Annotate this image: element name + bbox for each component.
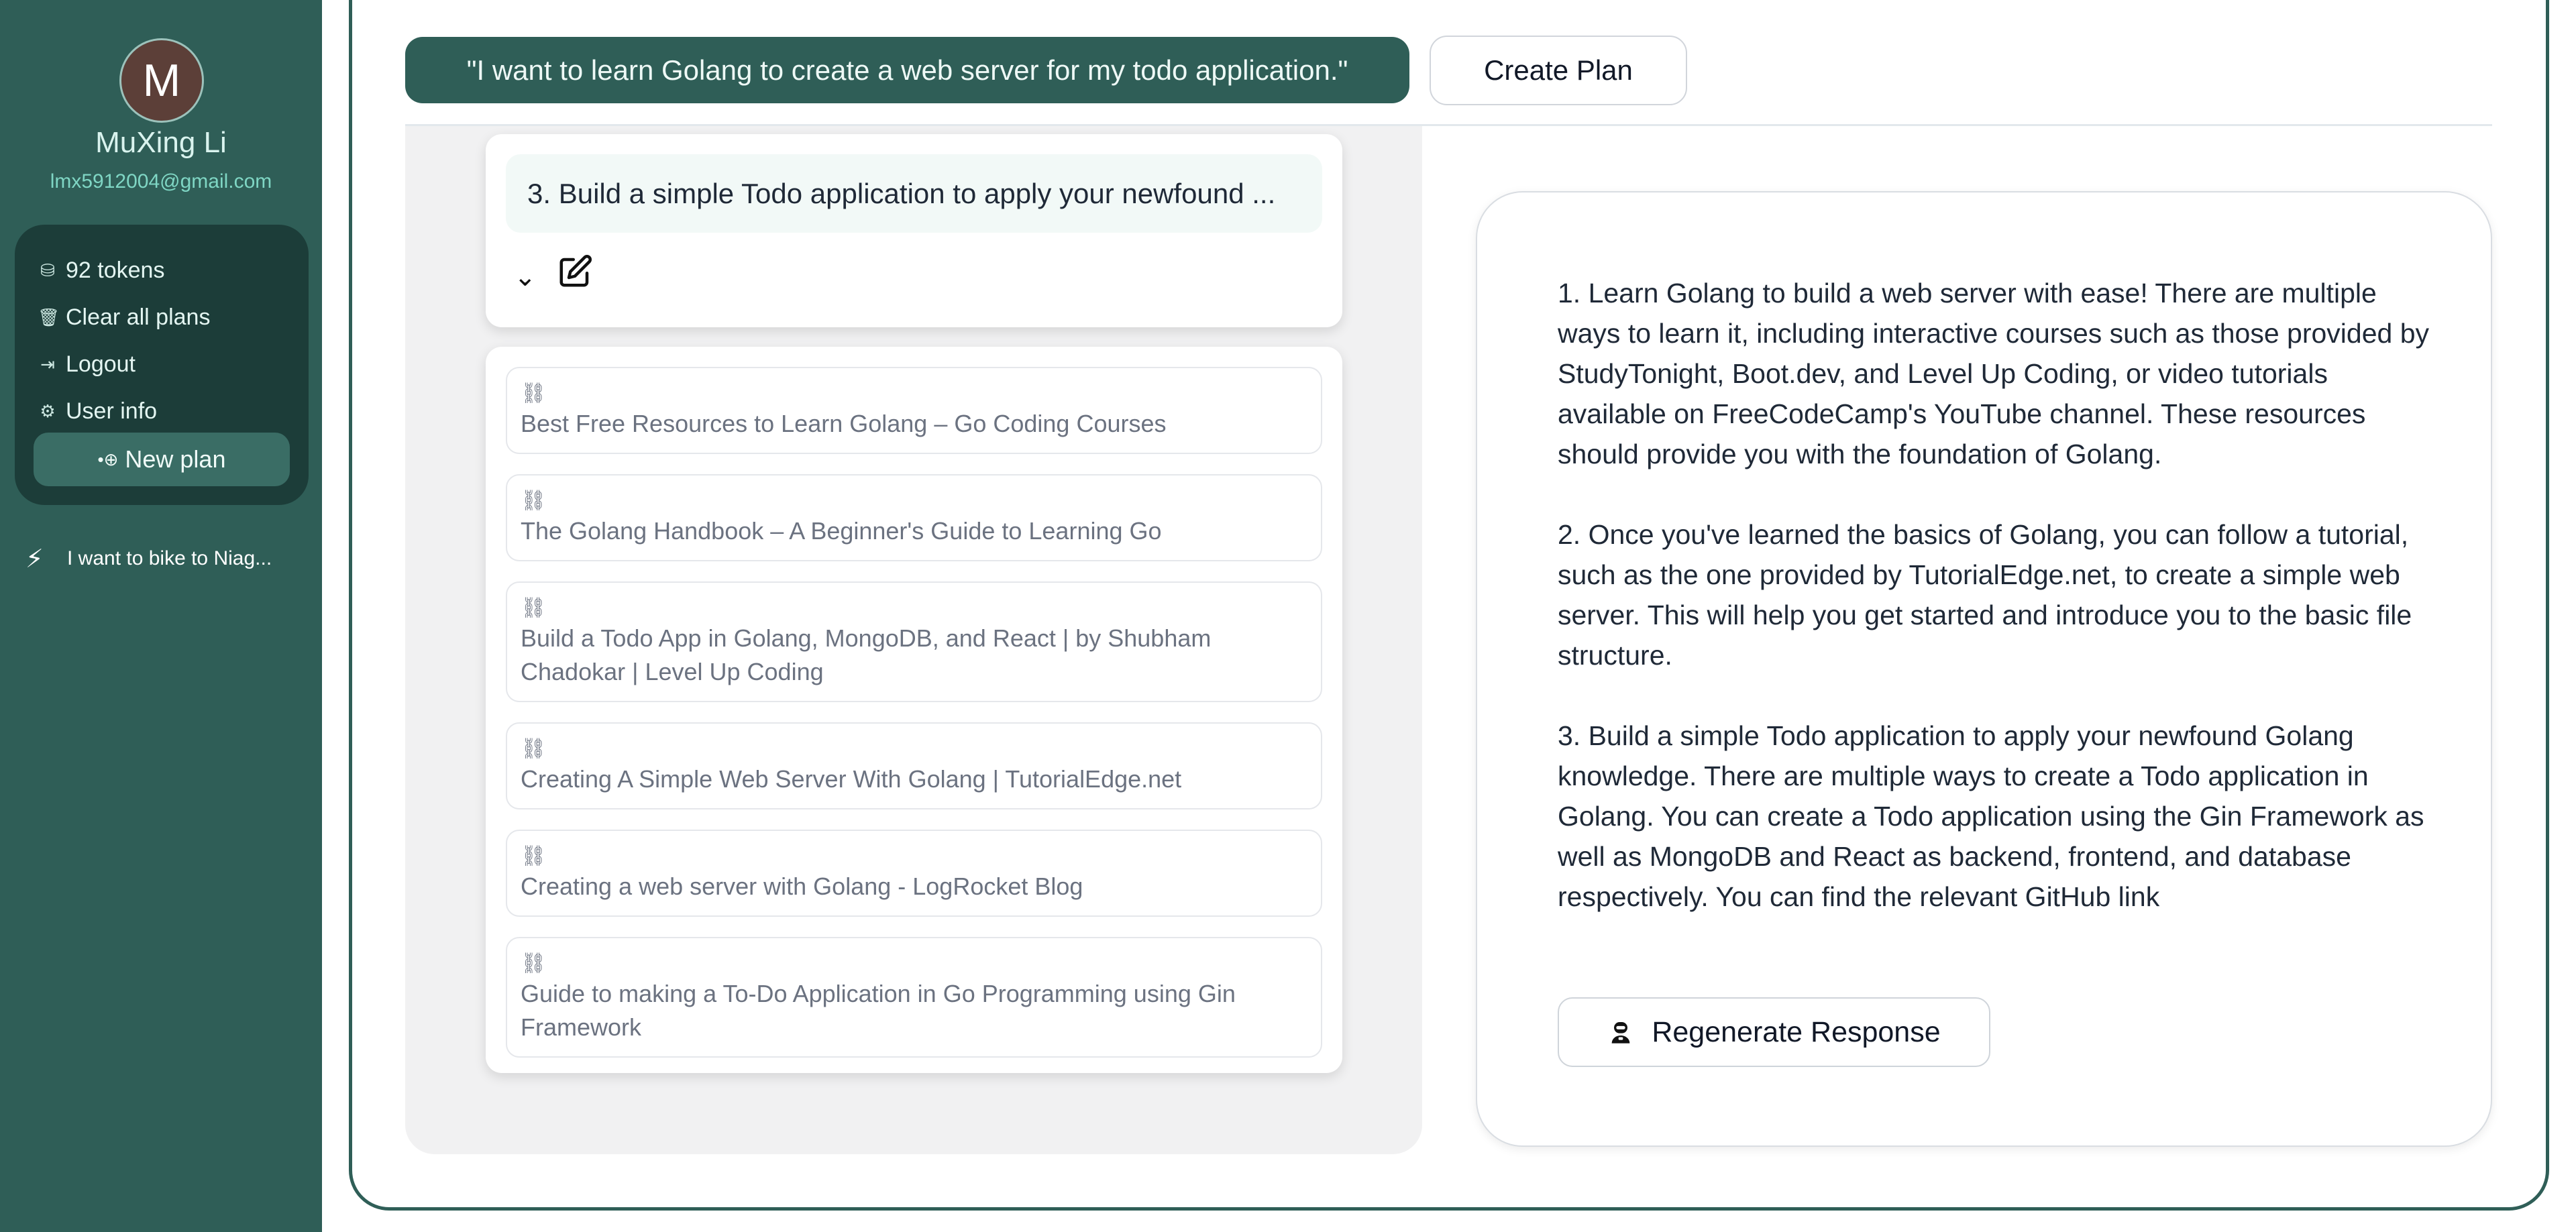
plan-item-label: I want to bike to Niag... xyxy=(67,547,272,569)
resource-link[interactable]: ⛓ Creating A Simple Web Server With Gola… xyxy=(506,722,1322,809)
resource-link-title: Build a Todo App in Golang, MongoDB, and… xyxy=(521,624,1212,685)
robot-icon xyxy=(1612,1022,1630,1044)
account-menu: ⛁ 92 tokens 🗑 Clear all plans ⇥ Logout ⚙… xyxy=(15,225,309,505)
logout-label: Logout xyxy=(66,351,136,377)
tokens-item[interactable]: ⛁ 92 tokens xyxy=(38,251,164,289)
resource-link-title: The Golang Handbook – A Beginner's Guide… xyxy=(521,517,1162,545)
gear-icon: ⚙ xyxy=(40,400,56,421)
link-icon: ⛓ xyxy=(521,382,547,404)
new-plan-button[interactable]: •⊕ New plan xyxy=(34,433,290,486)
new-plan-label: New plan xyxy=(125,445,226,473)
user-email: lmx5912004@gmail.com xyxy=(50,170,272,192)
resource-link[interactable]: ⛓ The Golang Handbook – A Beginner's Gui… xyxy=(506,474,1322,561)
response-text: 1. Learn Golang to build a web server wi… xyxy=(1558,273,2430,957)
trash-icon: 🗑 xyxy=(38,306,60,327)
response-paragraph: 1. Learn Golang to build a web server wi… xyxy=(1558,278,2430,469)
tokens-label: 92 tokens xyxy=(66,257,165,283)
clear-all-plans-label: Clear all plans xyxy=(66,304,211,330)
chevron-down-icon[interactable]: ⌄ xyxy=(514,262,537,292)
resource-link[interactable]: ⛓ Best Free Resources to Learn Golang – … xyxy=(506,367,1322,454)
clear-all-plans-button[interactable]: 🗑 Clear all plans xyxy=(38,298,210,336)
link-icon: ⛓ xyxy=(521,845,547,867)
response-paragraph: 2. Once you've learned the basics of Gol… xyxy=(1558,519,2412,671)
create-plan-button[interactable]: Create Plan xyxy=(1430,36,1687,105)
avatar[interactable]: M xyxy=(119,38,204,123)
regenerate-label: Regenerate Response xyxy=(1652,1015,1941,1048)
sidebar: M MuXing Li lmx5912004@gmail.com ⛁ 92 to… xyxy=(0,0,322,1232)
edit-icon[interactable] xyxy=(557,254,593,290)
logout-button[interactable]: ⇥ Logout xyxy=(38,345,136,383)
resource-link[interactable]: ⛓ Creating a web server with Golang - Lo… xyxy=(506,830,1322,917)
plan-item[interactable]: ⚡ I want to bike to Niag... xyxy=(25,542,307,575)
resource-link[interactable]: ⛓ Build a Todo App in Golang, MongoDB, a… xyxy=(506,581,1322,702)
response-paragraph: 3. Build a simple Todo application to ap… xyxy=(1558,720,2424,912)
prompt-display[interactable]: "I want to learn Golang to create a web … xyxy=(405,37,1409,103)
user-info-label: User info xyxy=(66,398,158,424)
plus-icon: •⊕ xyxy=(97,449,119,469)
coin-icon: ⛁ xyxy=(40,260,55,280)
logout-icon: ⇥ xyxy=(40,353,55,374)
response-card: 1. Learn Golang to build a web server wi… xyxy=(1476,191,2492,1147)
link-icon: ⛓ xyxy=(521,597,547,619)
resource-link-title: Guide to making a To-Do Application in G… xyxy=(521,980,1236,1041)
user-info-button[interactable]: ⚙ User info xyxy=(38,392,157,430)
step-card: 3. Build a simple Todo application to ap… xyxy=(486,134,1342,327)
link-icon: ⛓ xyxy=(521,952,547,974)
regenerate-response-button[interactable]: Regenerate Response xyxy=(1558,997,1990,1067)
resource-link-title: Best Free Resources to Learn Golang – Go… xyxy=(521,410,1167,437)
user-name: MuXing Li xyxy=(95,126,227,159)
link-icon: ⛓ xyxy=(521,490,547,512)
resource-link-title: Creating A Simple Web Server With Golang… xyxy=(521,765,1182,793)
resource-links: ⛓ Best Free Resources to Learn Golang – … xyxy=(486,347,1342,1073)
step-text[interactable]: 3. Build a simple Todo application to ap… xyxy=(506,154,1322,233)
resource-link-title: Creating a web server with Golang - LogR… xyxy=(521,873,1083,900)
link-icon: ⛓ xyxy=(521,738,547,760)
bolt-icon: ⚡ xyxy=(25,545,44,573)
resource-link[interactable]: ⛓ Guide to making a To-Do Application in… xyxy=(506,937,1322,1058)
